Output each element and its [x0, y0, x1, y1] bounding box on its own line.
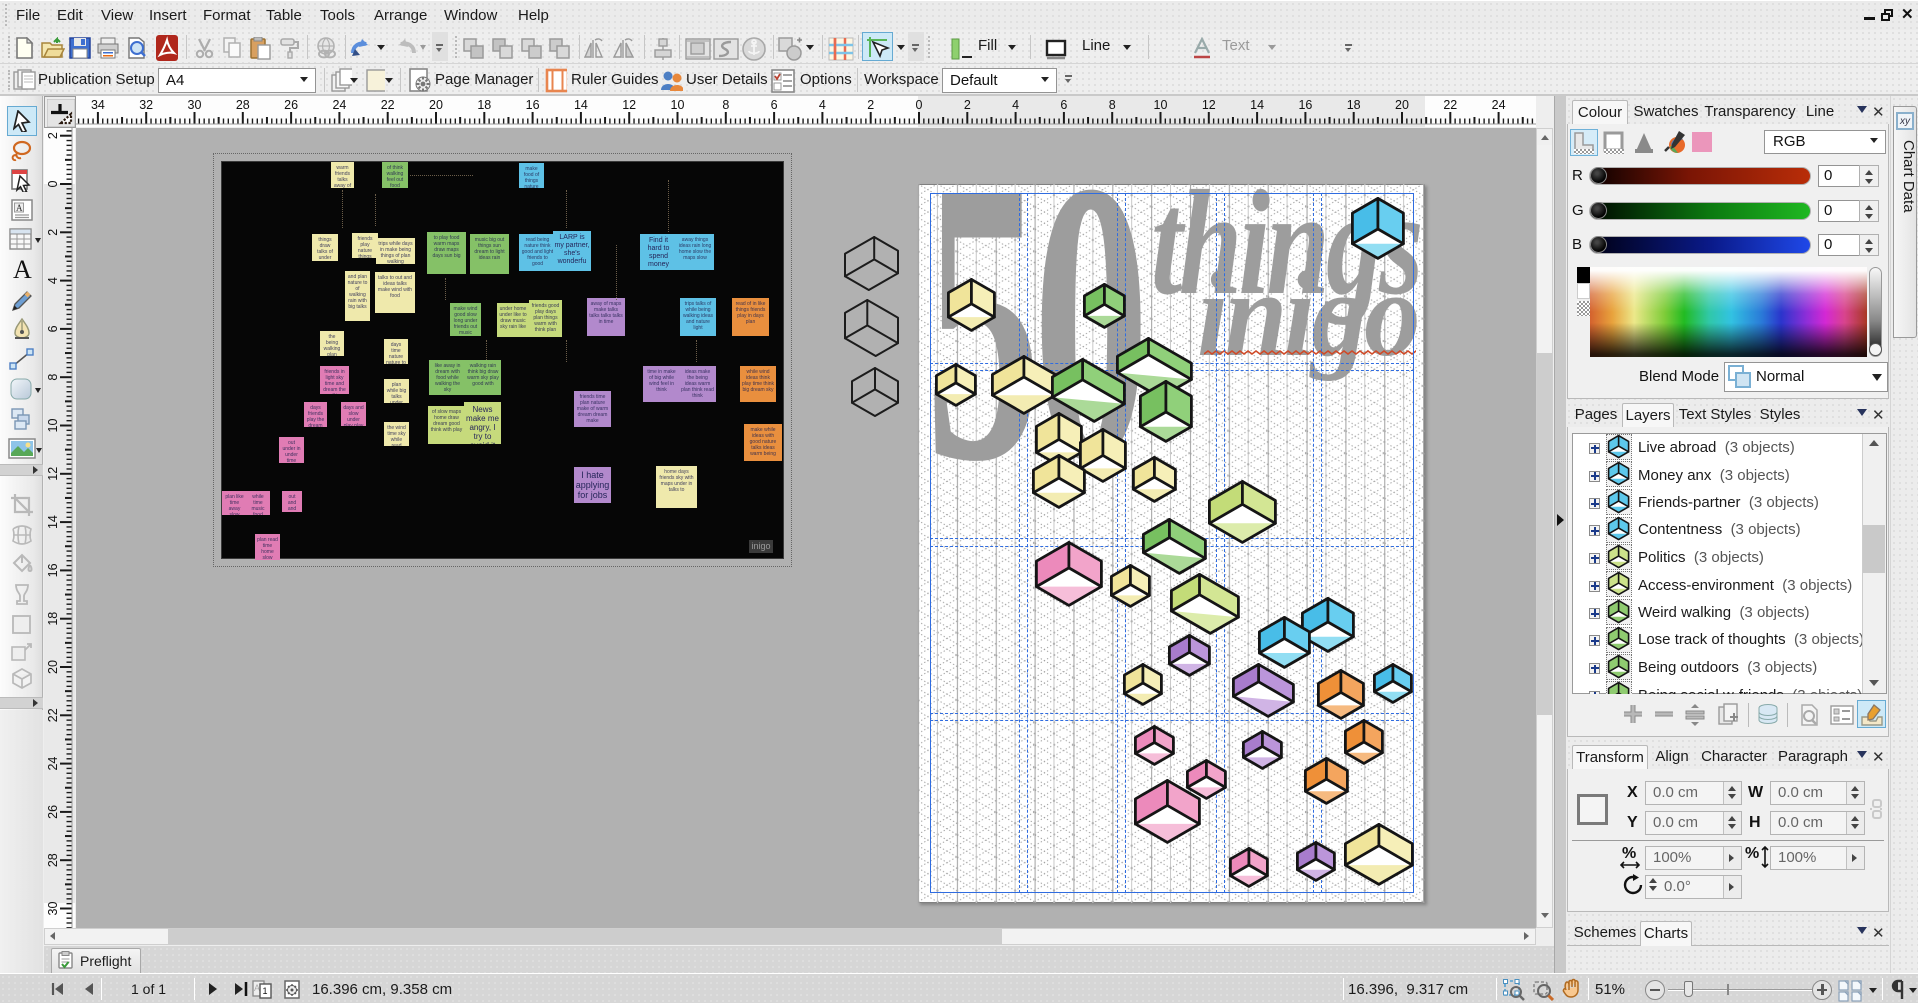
svg-text:30: 30 — [46, 902, 60, 916]
svg-text:16: 16 — [46, 563, 60, 577]
svg-text:30: 30 — [188, 98, 202, 112]
svg-text:28: 28 — [46, 853, 60, 867]
svg-text:0: 0 — [46, 180, 60, 187]
svg-text:10: 10 — [671, 98, 685, 112]
svg-text:6: 6 — [46, 325, 60, 332]
svg-text:16: 16 — [526, 98, 540, 112]
svg-text:2: 2 — [46, 132, 60, 139]
svg-text:32: 32 — [139, 98, 153, 112]
svg-text:22: 22 — [1443, 98, 1457, 112]
svg-text:2: 2 — [867, 98, 874, 112]
svg-text:22: 22 — [46, 708, 60, 722]
svg-text:8: 8 — [46, 374, 60, 381]
svg-text:20: 20 — [46, 660, 60, 674]
svg-text:A: A — [254, 983, 260, 993]
svg-text:20: 20 — [429, 98, 443, 112]
svg-text:4: 4 — [819, 98, 826, 112]
svg-text:16: 16 — [1298, 98, 1312, 112]
svg-text:12: 12 — [1202, 98, 1216, 112]
svg-text:20: 20 — [1395, 98, 1409, 112]
svg-text:0: 0 — [916, 98, 923, 112]
svg-text:10: 10 — [46, 419, 60, 433]
svg-text:22: 22 — [381, 98, 395, 112]
svg-text:8: 8 — [722, 98, 729, 112]
svg-text:18: 18 — [1347, 98, 1361, 112]
svg-text:18: 18 — [477, 98, 491, 112]
svg-text:24: 24 — [332, 98, 346, 112]
svg-text:14: 14 — [574, 98, 588, 112]
svg-text:6: 6 — [771, 98, 778, 112]
svg-text:A: A — [16, 203, 23, 213]
svg-text:2: 2 — [46, 229, 60, 236]
svg-text:34: 34 — [91, 98, 105, 112]
svg-text:12: 12 — [46, 467, 60, 481]
svg-text:28: 28 — [236, 98, 250, 112]
svg-text:4: 4 — [46, 277, 60, 284]
svg-text:26: 26 — [284, 98, 298, 112]
svg-text:1: 1 — [263, 986, 268, 996]
svg-text:24: 24 — [1492, 98, 1506, 112]
svg-text:14: 14 — [1250, 98, 1264, 112]
svg-text:18: 18 — [46, 612, 60, 626]
svg-text:14: 14 — [46, 515, 60, 529]
svg-text:26: 26 — [46, 805, 60, 819]
svg-text:12: 12 — [622, 98, 636, 112]
svg-text:24: 24 — [46, 757, 60, 771]
